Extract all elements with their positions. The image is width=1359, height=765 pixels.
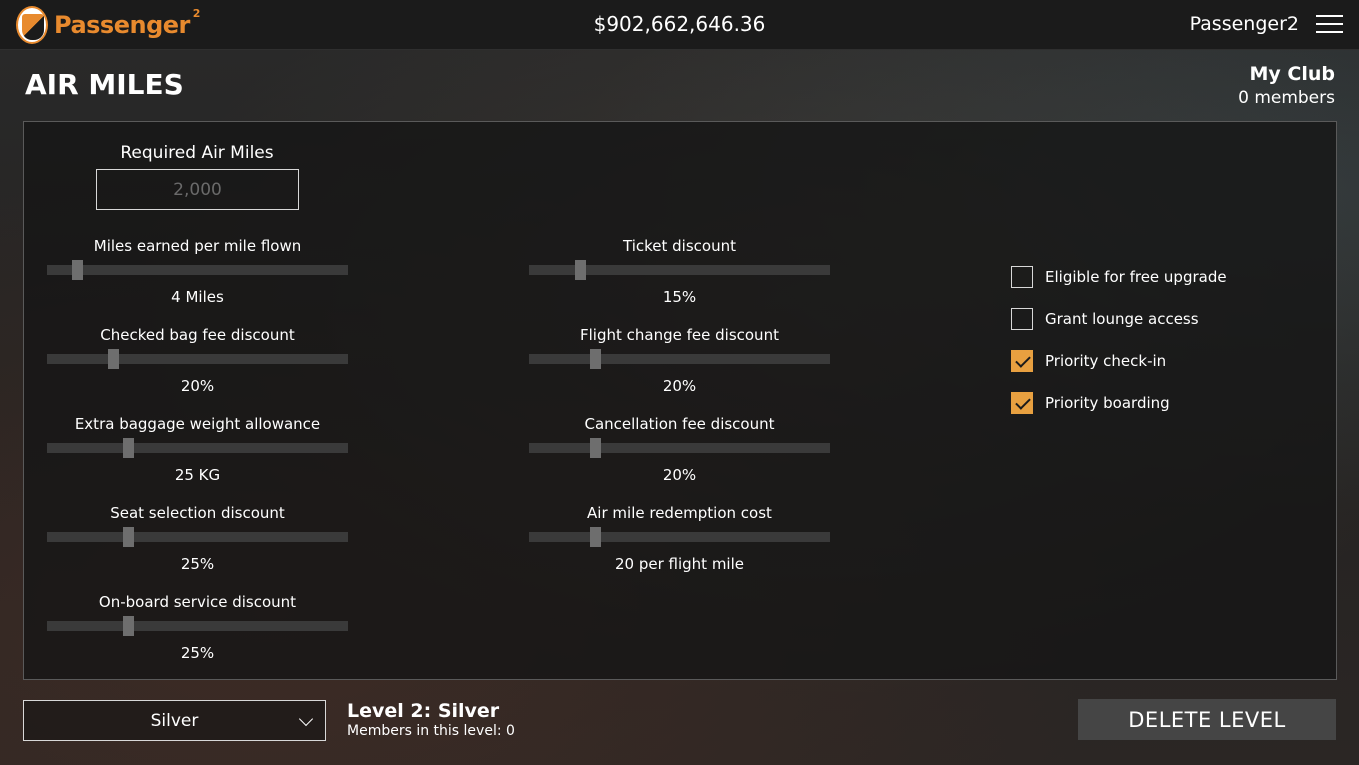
- slider-cancellation-discount: Cancellation fee discount 20%: [529, 414, 830, 484]
- slider-value: 20%: [662, 466, 697, 484]
- slider-track[interactable]: [47, 260, 348, 280]
- level-dropdown-value: Silver: [150, 710, 199, 731]
- priority-checkin-checkbox[interactable]: [1011, 350, 1033, 372]
- chevron-down-icon: [298, 711, 314, 727]
- delete-level-button[interactable]: DELETE LEVEL: [1078, 699, 1336, 740]
- slider-handle[interactable]: [575, 260, 587, 280]
- slider-redemption-cost: Air mile redemption cost 20 per flight m…: [529, 503, 830, 573]
- slider-handle[interactable]: [108, 349, 120, 369]
- slider-flight-change-discount: Flight change fee discount 20%: [529, 325, 830, 395]
- slider-checked-bag-discount: Checked bag fee discount 20%: [47, 325, 348, 395]
- checkbox-row-lounge-access[interactable]: Grant lounge access: [1011, 307, 1199, 331]
- slider-label: Cancellation fee discount: [584, 415, 775, 433]
- slider-handle[interactable]: [590, 349, 602, 369]
- checkbox-label: Priority boarding: [1045, 394, 1170, 412]
- required-air-miles-input[interactable]: [96, 169, 299, 210]
- lounge-access-checkbox[interactable]: [1011, 308, 1033, 330]
- slider-handle[interactable]: [123, 527, 135, 547]
- slider-value: 20 per flight mile: [614, 555, 744, 573]
- level-dropdown[interactable]: Silver: [23, 700, 326, 741]
- slider-label: Seat selection discount: [110, 504, 285, 522]
- checkbox-row-priority-boarding[interactable]: Priority boarding: [1011, 391, 1170, 415]
- slider-track[interactable]: [47, 438, 348, 458]
- slider-value: 20%: [180, 377, 215, 395]
- air-miles-settings-panel: Required Air Miles Miles earned per mile…: [23, 121, 1337, 680]
- slider-track[interactable]: [529, 438, 830, 458]
- slider-value: 15%: [662, 288, 697, 306]
- slider-value: 20%: [662, 377, 697, 395]
- slider-track[interactable]: [529, 527, 830, 547]
- slider-label: Air mile redemption cost: [587, 504, 772, 522]
- club-name: My Club: [1249, 63, 1336, 85]
- checkbox-label: Eligible for free upgrade: [1045, 268, 1227, 286]
- slider-ticket-discount: Ticket discount 15%: [529, 236, 830, 306]
- page-title: AIR MILES: [25, 68, 184, 101]
- slider-value: 25%: [180, 555, 215, 573]
- slider-track[interactable]: [529, 349, 830, 369]
- priority-boarding-checkbox[interactable]: [1011, 392, 1033, 414]
- free-upgrade-checkbox[interactable]: [1011, 266, 1033, 288]
- slider-onboard-service: On-board service discount 25%: [47, 592, 348, 662]
- slider-value: 25%: [180, 644, 215, 662]
- slider-value: 25 KG: [174, 466, 221, 484]
- username[interactable]: Passenger2: [1190, 13, 1299, 35]
- slider-extra-baggage: Extra baggage weight allowance 25 KG: [47, 414, 348, 484]
- slider-label: Flight change fee discount: [580, 326, 779, 344]
- checkbox-row-priority-checkin[interactable]: Priority check-in: [1011, 349, 1166, 373]
- account-balance: $902,662,646.36: [593, 12, 766, 36]
- checkbox-label: Grant lounge access: [1045, 310, 1199, 328]
- slider-handle[interactable]: [72, 260, 84, 280]
- slider-miles-earned: Miles earned per mile flown 4 Miles: [47, 236, 348, 306]
- checkbox-label: Priority check-in: [1045, 352, 1167, 370]
- checkbox-row-free-upgrade[interactable]: Eligible for free upgrade: [1011, 265, 1227, 289]
- slider-track[interactable]: [529, 260, 830, 280]
- hamburger-menu-icon[interactable]: [1316, 13, 1343, 35]
- level-member-count: Members in this level: 0: [347, 723, 515, 739]
- required-air-miles-label: Required Air Miles: [120, 143, 274, 163]
- slider-value: 4 Miles: [171, 288, 224, 306]
- slider-label: On-board service discount: [98, 593, 297, 611]
- slider-handle[interactable]: [590, 438, 602, 458]
- slider-seat-selection: Seat selection discount 25%: [47, 503, 348, 573]
- slider-label: Checked bag fee discount: [100, 326, 295, 344]
- slider-track[interactable]: [47, 616, 348, 636]
- slider-track[interactable]: [47, 527, 348, 547]
- slider-label: Ticket discount: [623, 237, 736, 255]
- club-member-count: 0 members: [1238, 88, 1335, 108]
- top-bar: Passenger 2 $902,662,646.36 Passenger2: [0, 0, 1359, 50]
- slider-track[interactable]: [47, 349, 348, 369]
- level-title: Level 2: Silver: [347, 700, 500, 722]
- slider-handle[interactable]: [123, 616, 135, 636]
- slider-handle[interactable]: [590, 527, 602, 547]
- slider-handle[interactable]: [123, 438, 135, 458]
- slider-label: Extra baggage weight allowance: [74, 415, 321, 433]
- slider-label: Miles earned per mile flown: [93, 237, 302, 255]
